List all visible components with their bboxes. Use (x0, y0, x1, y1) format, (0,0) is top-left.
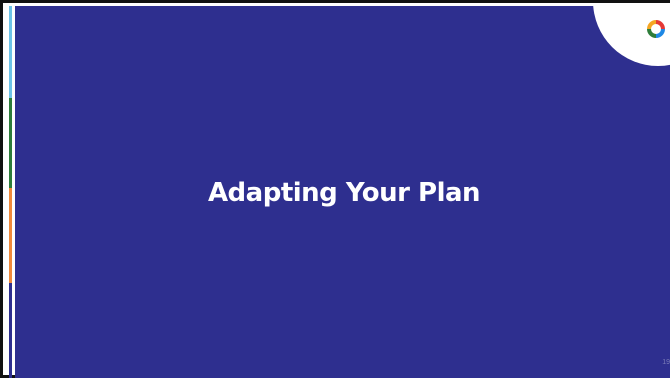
accent-stripe-navy (9, 283, 12, 378)
slide-canvas: Adapting Your Plan 19 (15, 6, 670, 378)
slide-frame: Adapting Your Plan 19 (0, 0, 670, 378)
slide-title: Adapting Your Plan (207, 178, 481, 208)
accent-stripe-green (9, 98, 12, 188)
page-number: 19 (662, 359, 670, 366)
brand-logo-icon (647, 20, 665, 38)
accent-stripe-blue (9, 6, 12, 98)
accent-stripe-orange (9, 188, 12, 283)
